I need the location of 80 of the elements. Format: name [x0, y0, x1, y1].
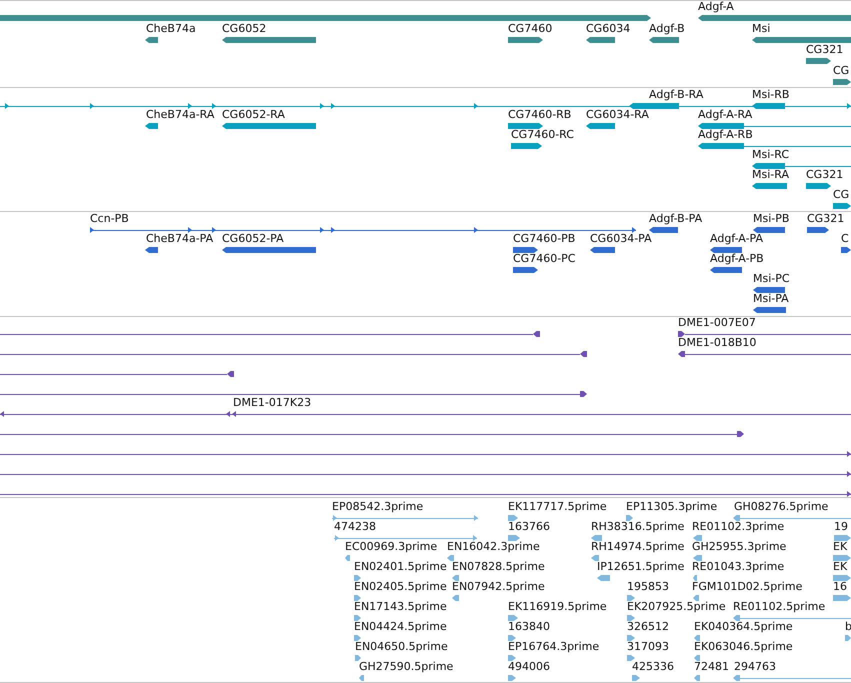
feature-label: EN07942.5prime	[452, 581, 545, 593]
feature-label: EN02401.5prime	[354, 561, 447, 573]
feature-label: 163840	[508, 621, 550, 633]
feature-label: CG7460-RB	[508, 109, 572, 121]
feature-label: GH25955.3prime	[692, 541, 786, 553]
feature-label: EK	[833, 541, 848, 553]
feature-label: Msi-RA	[752, 169, 789, 181]
feature-label: CheB74a-PA	[146, 233, 214, 245]
feature-label: Msi-RB	[752, 89, 790, 101]
feature-label: EN17143.5prime	[354, 601, 447, 613]
feature-label: 494006	[508, 661, 550, 673]
feature-label: EN02405.5prime	[354, 581, 447, 593]
feature-label: RH38316.5prime	[591, 521, 684, 533]
feature-label: FGM101D02.5prime	[692, 581, 802, 593]
feature-label: CheB74a	[146, 23, 196, 35]
feature-label: CheB74a-RA	[146, 109, 214, 121]
feature-label: CG	[833, 65, 850, 77]
feature-label: EK207925.5prime	[627, 601, 726, 613]
feature-label: CG321	[807, 213, 844, 225]
feature-label: Msi	[752, 23, 770, 35]
feature-label: CG6052-RA	[222, 109, 285, 121]
feature-label: EN04650.5prime	[355, 641, 448, 653]
feature-label: 163766	[508, 521, 550, 533]
feature-label: 72481	[694, 661, 729, 673]
feature-label: CG6052-PA	[222, 233, 284, 245]
feature-label: Adgf-A-PB	[710, 253, 764, 265]
feature-label: 16	[833, 581, 847, 593]
feature-label: 474238	[334, 521, 376, 533]
feature-label: Msi-PB	[753, 213, 790, 225]
feature-label: Adgf-A-RA	[698, 109, 752, 121]
feature-label: EP16764.3prime	[508, 641, 600, 653]
feature-label: 425336	[632, 661, 674, 673]
feature-label: C	[841, 233, 849, 245]
feature-label: 317093	[627, 641, 669, 653]
feature-label: Adgf-B-RA	[649, 89, 704, 101]
feature-label: DME1-018B10	[678, 337, 756, 349]
feature-label: EN16042.3prime	[447, 541, 540, 553]
feature-label: Msi-PC	[753, 273, 790, 285]
feature-label: CG6034-PA	[590, 233, 652, 245]
feature-label: EK063046.5prime	[694, 641, 793, 653]
feature-label: EC00969.3prime	[345, 541, 438, 553]
feature-label: CG6052	[222, 23, 266, 35]
feature-label: EK117717.5prime	[508, 501, 607, 513]
feature-label: EP08542.3prime	[332, 501, 424, 513]
feature-label: 294763	[734, 661, 776, 673]
feature-label: RE01102.3prime	[692, 521, 784, 533]
feature-label: CG6034	[586, 23, 630, 35]
feature-label: RH14974.5prime	[591, 541, 684, 553]
feature-label: EN04424.5prime	[354, 621, 447, 633]
feature-label: EK040364.5prime	[694, 621, 793, 633]
feature-label: 19	[834, 521, 848, 533]
feature-label: Adgf-A-RB	[698, 129, 753, 141]
feature-label: Adgf-B	[649, 23, 685, 35]
feature-label: CG7460-PC	[513, 253, 576, 265]
feature-label: 195853	[627, 581, 669, 593]
feature-label: CG321	[806, 44, 844, 56]
feature-label: EP11305.3prime	[626, 501, 718, 513]
feature-label: Adgf-A-PA	[710, 233, 764, 245]
feature-label: CG7460-RC	[511, 129, 574, 141]
feature-label: CG	[833, 189, 850, 201]
feature-label: EK	[833, 561, 848, 573]
feature-label: CG7460-PB	[513, 233, 576, 245]
feature-label: GH27590.5prime	[359, 661, 454, 673]
feature-label: DME1-017K23	[233, 397, 312, 409]
feature-label: RE01102.5prime	[733, 601, 826, 613]
feature-label: Msi-PA	[753, 293, 789, 305]
feature-label: EK116919.5prime	[508, 601, 607, 613]
feature-label: Adgf-B-PA	[649, 213, 702, 225]
feature-label: IP12651.5prime	[597, 561, 684, 573]
feature-label: CG6034-RA	[586, 109, 649, 121]
feature-label: CG7460	[508, 23, 552, 35]
feature-label: 326512	[627, 621, 669, 633]
feature-label: DME1-007E07	[678, 317, 756, 329]
feature-label: Adgf-A	[698, 1, 734, 13]
feature-label: CG321	[806, 169, 844, 181]
feature-label: EN07828.5prime	[452, 561, 545, 573]
feature-label: RE01043.3prime	[692, 561, 784, 573]
feature-label: Ccn-PB	[90, 213, 129, 225]
feature-label: GH08276.5prime	[734, 501, 828, 513]
feature-label: Msi-RC	[752, 149, 790, 161]
